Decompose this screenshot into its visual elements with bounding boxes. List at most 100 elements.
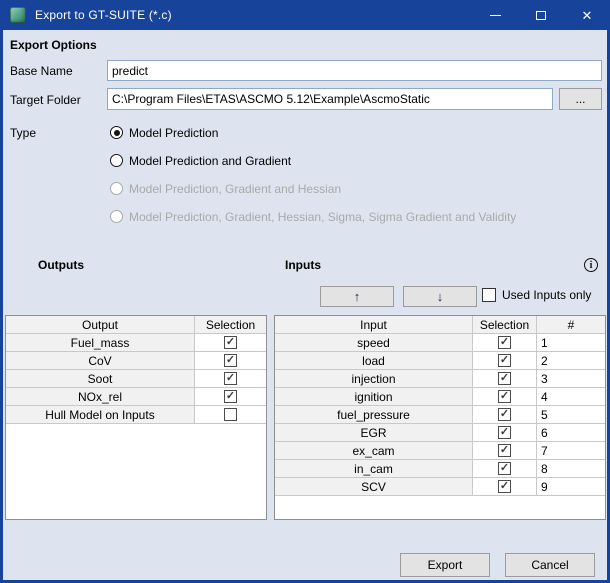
row-checkbox[interactable]: ✓ bbox=[498, 426, 511, 439]
radio-option-label: Model Prediction, Gradient and Hessian bbox=[129, 182, 341, 196]
row-checkbox[interactable]: ✓ bbox=[498, 390, 511, 403]
row-name: speed bbox=[275, 334, 473, 351]
table-row[interactable]: Fuel_mass✓ bbox=[6, 334, 266, 352]
row-name: Soot bbox=[6, 370, 195, 387]
move-up-button[interactable]: ↑ bbox=[320, 286, 394, 307]
table-row[interactable]: fuel_pressure ✓ 5 bbox=[275, 406, 605, 424]
row-checkbox[interactable] bbox=[224, 408, 237, 421]
row-checkbox[interactable]: ✓ bbox=[498, 444, 511, 457]
used-inputs-only-checkbox[interactable] bbox=[482, 288, 496, 302]
table-row[interactable]: speed✓1 bbox=[275, 334, 605, 352]
row-name: injection bbox=[275, 370, 473, 387]
maximize-icon bbox=[536, 11, 546, 20]
table-header-row: OutputSelection bbox=[6, 316, 266, 334]
outputs-section-label: Outputs bbox=[38, 258, 84, 272]
target-folder-label: Target Folder bbox=[10, 93, 81, 107]
row-selection-cell: ✓ bbox=[473, 352, 537, 369]
outputs-table: OutputSelectionFuel_mass✓CoV✓Soot✓NOx_re… bbox=[5, 315, 267, 520]
row-selection-cell: ✓ bbox=[473, 388, 537, 405]
row-number: 9 bbox=[537, 478, 605, 495]
row-checkbox[interactable]: ✓ bbox=[224, 372, 237, 385]
row-number: 2 bbox=[537, 352, 605, 369]
dialog-content: Export Options Base Name Target Folder .… bbox=[3, 30, 607, 580]
maximize-button[interactable] bbox=[518, 0, 564, 30]
row-checkbox[interactable]: ✓ bbox=[498, 336, 511, 349]
row-name: fuel_pressure bbox=[275, 406, 473, 423]
row-selection-cell: ✓ bbox=[473, 460, 537, 477]
column-header[interactable]: Selection bbox=[195, 316, 266, 333]
row-selection-cell: ✓ bbox=[195, 334, 266, 351]
row-selection-cell: ✓ bbox=[195, 388, 266, 405]
table-row[interactable]: NOx_rel✓ bbox=[6, 388, 266, 406]
row-selection-cell: ✓ bbox=[473, 370, 537, 387]
row-checkbox[interactable]: ✓ bbox=[498, 480, 511, 493]
row-name: in_cam bbox=[275, 460, 473, 477]
table-row[interactable]: in_cam ✓ 8 bbox=[275, 460, 605, 478]
titlebar[interactable]: Export to GT-SUITE (*.c) ✕ bbox=[0, 0, 610, 30]
row-name: Hull Model on Inputs bbox=[6, 406, 195, 423]
column-header[interactable]: Input bbox=[275, 316, 473, 333]
table-row[interactable]: SCV ✓ 9 bbox=[275, 478, 605, 496]
target-folder-input[interactable] bbox=[107, 88, 553, 110]
row-checkbox[interactable]: ✓ bbox=[498, 372, 511, 385]
minimize-button[interactable] bbox=[472, 0, 518, 30]
window-title: Export to GT-SUITE (*.c) bbox=[35, 8, 172, 22]
close-button[interactable]: ✕ bbox=[564, 0, 610, 30]
radio-option-label: Model Prediction and Gradient bbox=[129, 154, 291, 168]
row-number: 8 bbox=[537, 460, 605, 477]
column-header[interactable]: Selection bbox=[473, 316, 537, 333]
table-row[interactable]: CoV✓ bbox=[6, 352, 266, 370]
cancel-button[interactable]: Cancel bbox=[505, 553, 595, 577]
row-number: 7 bbox=[537, 442, 605, 459]
caption-buttons: ✕ bbox=[472, 0, 610, 30]
inputs-table: InputSelection#speed✓1load✓2injection✓3i… bbox=[274, 315, 606, 520]
export-button[interactable]: Export bbox=[400, 553, 490, 577]
row-selection-cell: ✓ bbox=[473, 478, 537, 495]
row-selection-cell: ✓ bbox=[473, 424, 537, 441]
radio-icon bbox=[110, 210, 123, 223]
row-checkbox[interactable]: ✓ bbox=[224, 354, 237, 367]
radio-icon[interactable] bbox=[110, 154, 123, 167]
row-selection-cell: ✓ bbox=[195, 352, 266, 369]
table-row[interactable]: ex_cam✓7 bbox=[275, 442, 605, 460]
row-name: ignition bbox=[275, 388, 473, 405]
column-header[interactable]: # bbox=[537, 316, 605, 333]
table-row[interactable]: Soot ✓ bbox=[6, 370, 266, 388]
row-number: 5 bbox=[537, 406, 605, 423]
row-checkbox[interactable]: ✓ bbox=[498, 462, 511, 475]
used-inputs-only[interactable]: Used Inputs only bbox=[482, 288, 591, 302]
row-checkbox[interactable]: ✓ bbox=[498, 354, 511, 367]
table-row[interactable]: injection ✓ 3 bbox=[275, 370, 605, 388]
export-options-heading: Export Options bbox=[10, 38, 97, 52]
info-icon[interactable]: i bbox=[584, 258, 598, 272]
row-checkbox[interactable]: ✓ bbox=[498, 408, 511, 421]
close-icon: ✕ bbox=[582, 9, 593, 22]
column-header[interactable]: Output bbox=[6, 316, 195, 333]
base-name-input[interactable] bbox=[107, 60, 602, 81]
row-name: SCV bbox=[275, 478, 473, 495]
row-number: 6 bbox=[537, 424, 605, 441]
browse-button[interactable]: ... bbox=[559, 88, 602, 110]
radio-option-label: Model Prediction, Gradient, Hessian, Sig… bbox=[129, 210, 516, 224]
row-number: 4 bbox=[537, 388, 605, 405]
used-inputs-only-label: Used Inputs only bbox=[502, 288, 591, 302]
move-down-button[interactable]: ↓ bbox=[403, 286, 477, 307]
table-row[interactable]: EGR✓6 bbox=[275, 424, 605, 442]
radio-option[interactable]: Model Prediction bbox=[110, 125, 218, 140]
row-checkbox[interactable]: ✓ bbox=[224, 390, 237, 403]
row-number: 3 bbox=[537, 370, 605, 387]
inputs-section-label: Inputs bbox=[285, 258, 321, 272]
radio-option[interactable]: Model Prediction and Gradient bbox=[110, 153, 291, 168]
export-dialog: Export to GT-SUITE (*.c) ✕ Export Option… bbox=[0, 0, 610, 583]
radio-icon[interactable] bbox=[110, 126, 123, 139]
table-row[interactable]: load✓2 bbox=[275, 352, 605, 370]
table-row[interactable]: ignition ✓ 4 bbox=[275, 388, 605, 406]
table-row[interactable]: Hull Model on Inputs bbox=[6, 406, 266, 424]
type-label: Type bbox=[10, 126, 36, 140]
radio-option: Model Prediction, Gradient and Hessian bbox=[110, 181, 341, 196]
row-selection-cell: ✓ bbox=[195, 370, 266, 387]
table-header-row: InputSelection# bbox=[275, 316, 605, 334]
radio-icon bbox=[110, 182, 123, 195]
row-checkbox[interactable]: ✓ bbox=[224, 336, 237, 349]
base-name-label: Base Name bbox=[10, 64, 73, 78]
